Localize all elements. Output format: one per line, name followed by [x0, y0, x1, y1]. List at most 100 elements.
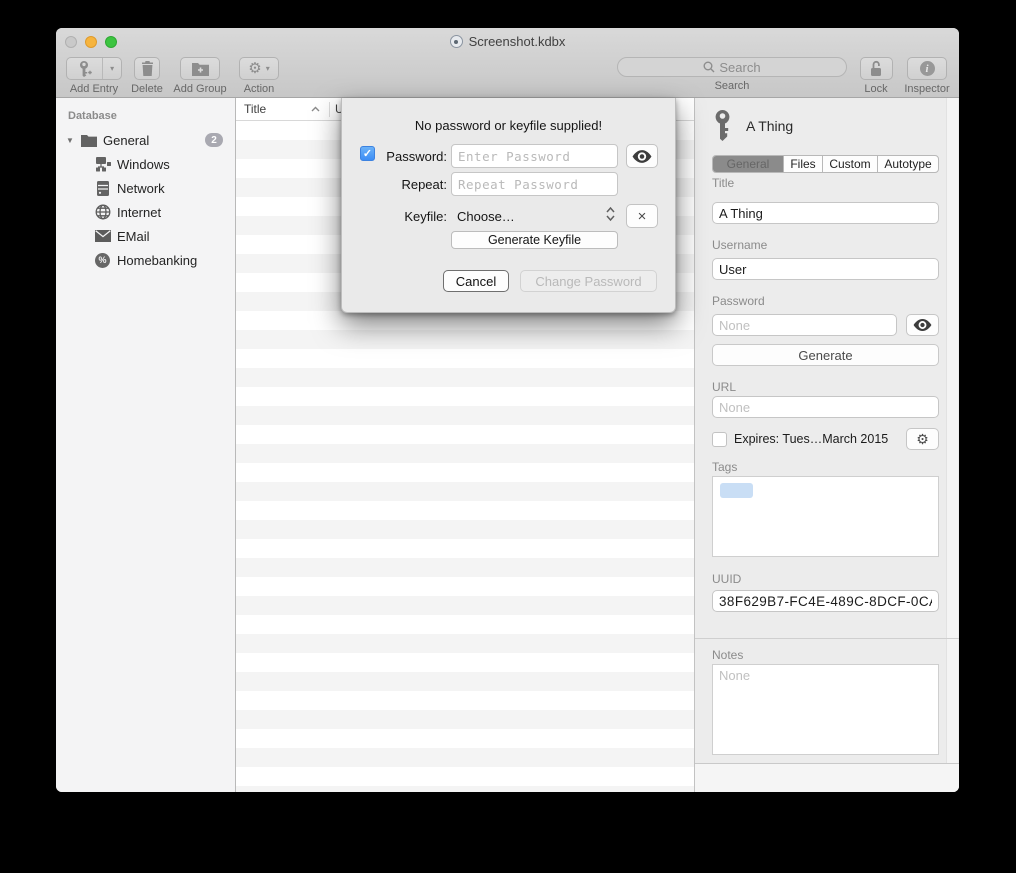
- tab-general[interactable]: General: [713, 156, 784, 172]
- cancel-button[interactable]: Cancel: [443, 270, 509, 292]
- action-chevron-icon: ▾: [266, 64, 270, 73]
- tab-files[interactable]: Files: [784, 156, 823, 172]
- change-password-button[interactable]: Change Password: [520, 270, 657, 292]
- table-row[interactable]: [236, 691, 694, 710]
- search-placeholder: Search: [719, 60, 760, 75]
- group-label: Network: [117, 181, 165, 196]
- table-row[interactable]: [236, 653, 694, 672]
- table-row[interactable]: [236, 349, 694, 368]
- tags-box[interactable]: [712, 476, 939, 557]
- add-entry-button[interactable]: ▾: [66, 57, 122, 80]
- url-field[interactable]: [712, 396, 939, 418]
- table-row[interactable]: [236, 558, 694, 577]
- stepper-icon[interactable]: [606, 206, 615, 222]
- gear-icon: ⚙: [916, 432, 929, 446]
- sidebar-item-email[interactable]: EMail: [56, 224, 235, 248]
- expires-settings-button[interactable]: ⚙: [906, 428, 939, 450]
- repeat-password-input[interactable]: [451, 172, 618, 196]
- table-row[interactable]: [236, 520, 694, 539]
- macpass-window: Screenshot.kdbx ▾ Add Entry: [56, 28, 959, 792]
- percent-icon: %: [94, 252, 111, 269]
- disclosure-triangle-icon[interactable]: ▼: [66, 136, 80, 145]
- generate-password-button[interactable]: Generate: [712, 344, 939, 366]
- username-field-label: Username: [712, 238, 767, 252]
- table-row[interactable]: [236, 539, 694, 558]
- action-label: Action: [244, 83, 275, 95]
- table-row[interactable]: [236, 406, 694, 425]
- uuid-field[interactable]: [712, 590, 939, 612]
- table-row[interactable]: [236, 311, 694, 330]
- sidebar-item-network[interactable]: Network: [56, 176, 235, 200]
- globe-icon: [94, 204, 111, 221]
- lock-label: Lock: [864, 83, 887, 95]
- add-entry-dropdown-arrow[interactable]: ▾: [103, 58, 121, 79]
- table-row[interactable]: [236, 596, 694, 615]
- table-row[interactable]: [236, 501, 694, 520]
- table-row[interactable]: [236, 577, 694, 596]
- sidebar: Database ▼ General 2 Windows Network: [56, 98, 236, 792]
- table-row[interactable]: [236, 482, 694, 501]
- table-row[interactable]: [236, 330, 694, 349]
- table-row[interactable]: [236, 729, 694, 748]
- generate-keyfile-button[interactable]: Generate Keyfile: [451, 231, 618, 249]
- table-row[interactable]: [236, 786, 694, 792]
- title-field[interactable]: [712, 202, 939, 224]
- toolbar-item-inspector: i Inspector: [902, 57, 952, 95]
- toolbar-item-add-entry: ▾ Add Entry: [64, 57, 124, 95]
- title-field-label: Title: [712, 176, 734, 190]
- table-row[interactable]: [236, 368, 694, 387]
- eye-icon: [632, 150, 652, 163]
- expires-checkbox[interactable]: [712, 432, 727, 447]
- table-row[interactable]: [236, 444, 694, 463]
- search-input[interactable]: Search: [617, 57, 847, 77]
- sidebar-item-homebanking[interactable]: % Homebanking: [56, 248, 235, 272]
- password-field[interactable]: [712, 314, 897, 336]
- titlebar[interactable]: Screenshot.kdbx: [56, 28, 959, 55]
- table-row[interactable]: [236, 748, 694, 767]
- inspector-tabs: General Files Custom Autotype: [712, 155, 939, 173]
- column-header-title[interactable]: Title: [236, 102, 311, 116]
- expires-label: Expires: Tues…March 2015: [734, 432, 906, 446]
- action-button[interactable]: ⚙ ▾: [239, 57, 279, 80]
- tags-field-label: Tags: [712, 460, 737, 474]
- notes-field[interactable]: [712, 664, 939, 755]
- sheet-warning-message: No password or keyfile supplied!: [342, 118, 675, 133]
- notes-divider: [695, 638, 959, 639]
- table-row[interactable]: [236, 615, 694, 634]
- group-label: Internet: [117, 205, 161, 220]
- column-separator[interactable]: [329, 102, 330, 117]
- table-row[interactable]: [236, 767, 694, 786]
- table-row[interactable]: [236, 463, 694, 482]
- network-computers-icon: [94, 156, 111, 173]
- delete-button[interactable]: [134, 57, 160, 80]
- table-row[interactable]: [236, 387, 694, 406]
- tab-custom[interactable]: Custom: [823, 156, 878, 172]
- clear-keyfile-button[interactable]: ×: [626, 204, 658, 228]
- sidebar-item-general[interactable]: ▼ General 2: [56, 128, 235, 152]
- username-field[interactable]: [712, 258, 939, 280]
- toolbar-item-search: Search Search: [616, 57, 848, 92]
- add-group-button[interactable]: [180, 57, 220, 80]
- reveal-password-button[interactable]: [626, 144, 658, 168]
- expires-row: Expires: Tues…March 2015 ⚙: [712, 428, 939, 450]
- clear-icon: ×: [638, 209, 647, 224]
- table-row[interactable]: [236, 425, 694, 444]
- show-password-button[interactable]: [906, 314, 939, 336]
- keyfile-popup[interactable]: Choose…: [457, 209, 515, 224]
- sidebar-item-internet[interactable]: Internet: [56, 200, 235, 224]
- lock-button[interactable]: [860, 57, 893, 80]
- table-row[interactable]: [236, 634, 694, 653]
- entry-header: A Thing: [712, 110, 793, 142]
- table-row[interactable]: [236, 672, 694, 691]
- window-title-row: Screenshot.kdbx: [56, 28, 959, 55]
- inspector-footer: [695, 763, 959, 792]
- table-row[interactable]: [236, 710, 694, 729]
- sidebar-item-windows[interactable]: Windows: [56, 152, 235, 176]
- trash-icon: [141, 61, 154, 76]
- enter-password-input[interactable]: [451, 144, 618, 168]
- inspector-button[interactable]: i: [907, 57, 947, 80]
- unlock-icon: [869, 60, 883, 77]
- tab-autotype[interactable]: Autotype: [878, 156, 938, 172]
- inspector-scrollbar[interactable]: [946, 98, 958, 763]
- tag-chip[interactable]: [720, 483, 753, 498]
